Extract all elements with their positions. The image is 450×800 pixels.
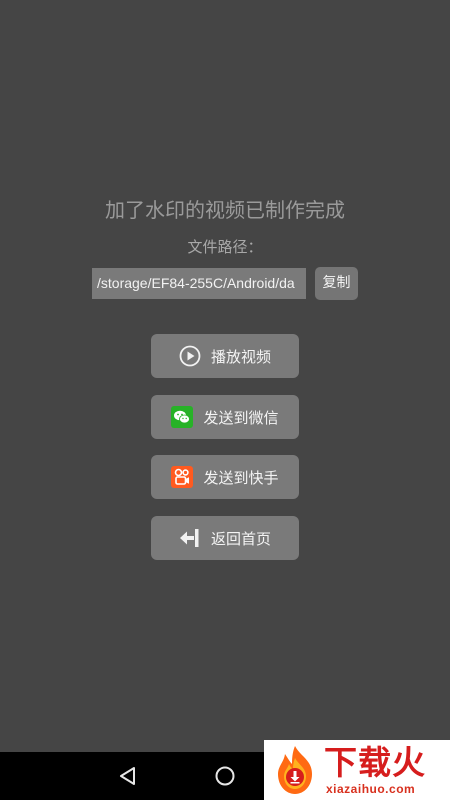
- wechat-icon: [171, 406, 194, 428]
- send-to-wechat-label: 发送到微信: [203, 408, 279, 427]
- home-circle-icon[interactable]: [214, 765, 236, 787]
- play-video-label: 播放视频: [210, 347, 271, 366]
- play-circle-icon: [179, 345, 201, 367]
- kuaishou-icon: [171, 466, 194, 488]
- file-path-label: 文件路径：: [187, 238, 263, 256]
- send-to-kuaishou-label: 发送到快手: [203, 468, 279, 487]
- send-to-wechat-button[interactable]: 发送到微信: [151, 395, 299, 439]
- flame-download-icon: [270, 744, 320, 796]
- send-to-kuaishou-button[interactable]: 发送到快手: [151, 455, 299, 499]
- file-path-field[interactable]: /storage/EF84-255C/Android/da: [92, 268, 306, 299]
- play-video-button[interactable]: 播放视频: [151, 334, 299, 378]
- back-to-home-label: 返回首页: [210, 529, 271, 548]
- exit-arrow-icon: [179, 527, 201, 549]
- copy-button[interactable]: 复制: [315, 267, 358, 300]
- watermark-text: 下载火: [324, 743, 426, 782]
- back-triangle-icon[interactable]: [117, 765, 139, 787]
- watermark-url: xiazaihuo.com: [326, 782, 416, 796]
- xiazaihuo-watermark: 下载火 xiazaihuo.com: [264, 740, 450, 800]
- page-title: 加了水印的视频已制作完成: [105, 198, 345, 222]
- back-to-home-button[interactable]: 返回首页: [151, 516, 299, 560]
